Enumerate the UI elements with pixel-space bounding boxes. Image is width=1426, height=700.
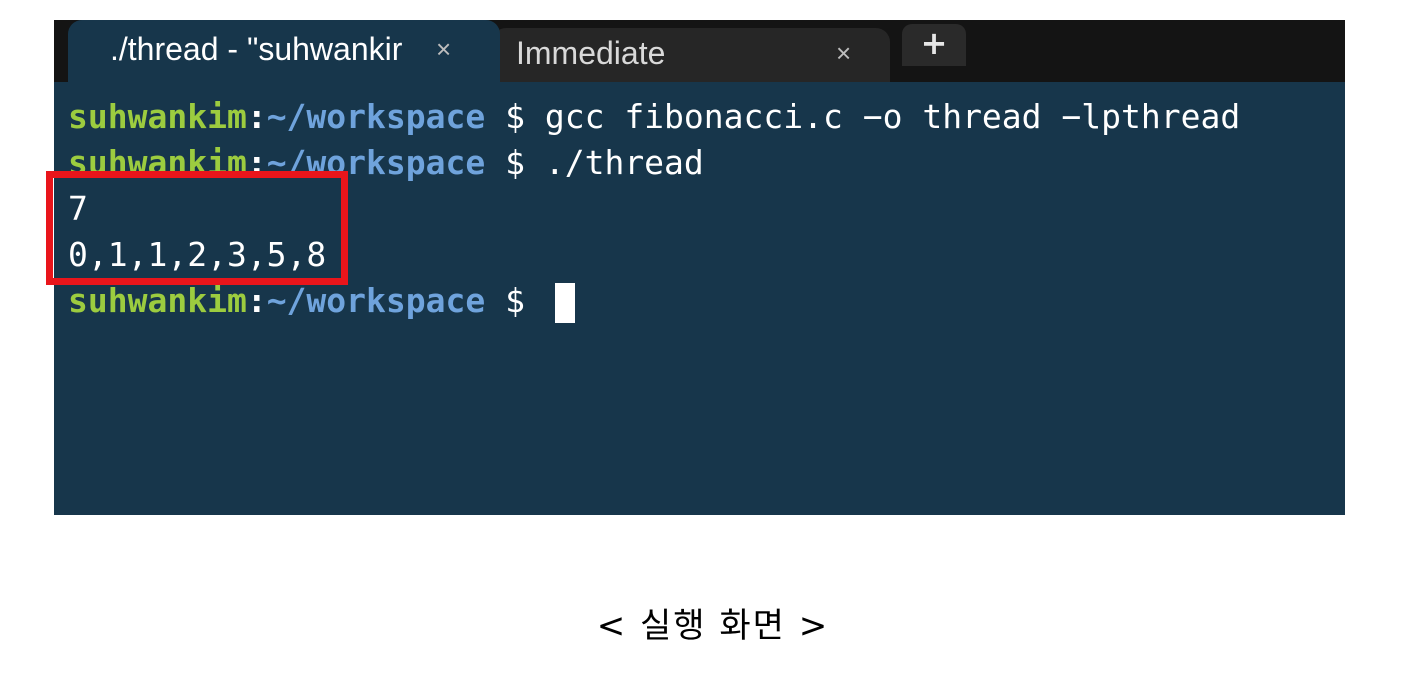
prompt-path: ~/workspace bbox=[266, 281, 486, 320]
tab-thread[interactable]: ./thread - "suhwankir × bbox=[68, 20, 500, 82]
terminal-cursor bbox=[554, 282, 575, 323]
prompt-user: suhwankim bbox=[68, 281, 247, 320]
close-icon[interactable]: × bbox=[436, 20, 451, 78]
tab-bar: Immediate × ./thread - "suhwankir × + bbox=[54, 20, 1345, 82]
plus-icon: + bbox=[920, 24, 948, 62]
new-tab-button[interactable]: + bbox=[902, 24, 966, 66]
prompt-symbol: $ bbox=[485, 143, 545, 182]
highlight-box bbox=[46, 171, 348, 285]
prompt-path: ~/workspace bbox=[266, 97, 486, 136]
tab-label: Immediate bbox=[516, 35, 666, 71]
prompt-user: suhwankim bbox=[68, 97, 247, 136]
prompt-symbol: $ bbox=[485, 281, 545, 320]
prompt-symbol: $ bbox=[485, 97, 545, 136]
tab-label: ./thread - "suhwankir bbox=[110, 31, 403, 67]
command-text: ./thread bbox=[544, 143, 704, 182]
command-text: gcc fibonacci.c −o thread −lpthread bbox=[544, 97, 1241, 136]
prompt-colon: : bbox=[246, 97, 267, 136]
close-icon[interactable]: × bbox=[836, 28, 851, 78]
prompt-colon: : bbox=[246, 281, 267, 320]
terminal-line: suhwankim:~/workspace $ bbox=[68, 279, 575, 323]
tab-immediate[interactable]: Immediate × bbox=[492, 28, 890, 82]
terminal-line: suhwankim:~/workspace $ gcc fibonacci.c … bbox=[68, 95, 1240, 139]
figure-caption: < 실행 화면 > bbox=[596, 606, 830, 646]
